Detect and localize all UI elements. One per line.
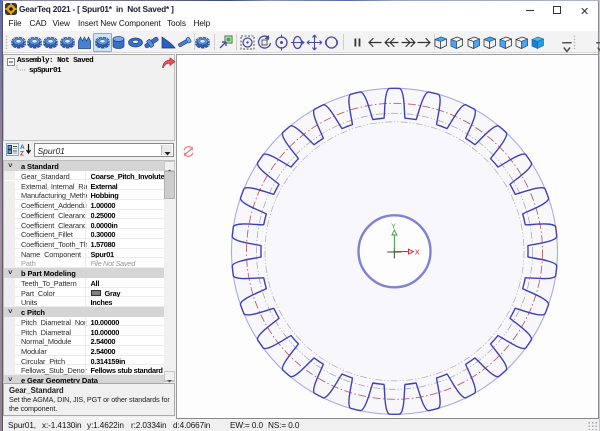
svg-text:X: X xyxy=(415,248,420,257)
svg-text:Y: Y xyxy=(391,222,396,231)
svg-text:Z: Z xyxy=(20,151,24,157)
